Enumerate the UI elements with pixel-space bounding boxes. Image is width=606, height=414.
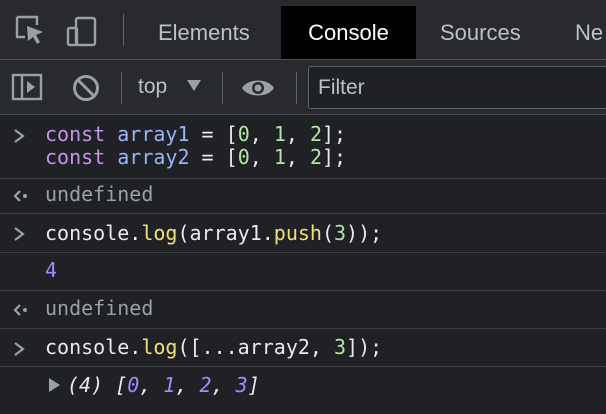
inspect-element-icon[interactable]	[14, 14, 46, 51]
console-input-entry: console.log([...array2, 3]);	[0, 329, 606, 367]
toolbar-divider	[296, 72, 297, 104]
devtools-tab-bar: Elements Console Sources Ne	[0, 0, 606, 60]
code-line: console.log(array1.push(3));	[45, 221, 383, 245]
console-result-entry: undefined	[0, 291, 606, 329]
filter-input[interactable]	[308, 66, 606, 109]
tab-bar-divider	[123, 14, 124, 46]
console-result-entry: undefined	[0, 179, 606, 214]
array-preview[interactable]: (4) [0, 1, 2, 3]	[67, 374, 260, 397]
toolbar-divider	[222, 72, 223, 104]
result-value: undefined	[45, 296, 154, 320]
chevron-down-icon[interactable]	[187, 80, 201, 91]
result-arrow-icon	[12, 188, 30, 209]
tab-console[interactable]: Console	[281, 6, 416, 59]
log-value: 4	[45, 258, 58, 282]
console-input-entry: console.log(array1.push(3));	[0, 214, 606, 253]
tab-elements[interactable]: Elements	[158, 6, 268, 59]
console-toolbar: top	[0, 60, 606, 115]
input-prompt-icon	[12, 341, 26, 362]
toolbar-divider	[121, 72, 122, 104]
tab-sources[interactable]: Sources	[440, 6, 540, 59]
console-input-entry: const array1 = [0, 1, 2]; const array2 =…	[0, 115, 606, 179]
context-selector[interactable]: top	[138, 72, 167, 102]
result-arrow-icon	[12, 302, 30, 323]
console-log-entry: 4	[0, 253, 606, 291]
code-line: console.log([...array2, 3]);	[45, 335, 383, 359]
tab-network[interactable]: Ne	[575, 6, 606, 59]
eye-icon[interactable]	[240, 75, 276, 106]
input-prompt-icon	[12, 128, 26, 149]
device-toolbar-icon[interactable]	[66, 16, 98, 53]
console-log-entry[interactable]: (4) [0, 1, 2, 3]	[0, 367, 606, 407]
result-value: undefined	[45, 182, 154, 206]
clear-console-icon[interactable]	[71, 73, 101, 108]
input-prompt-icon	[12, 226, 26, 247]
expand-triangle-icon[interactable]	[49, 378, 60, 392]
code-line: const array1 = [0, 1, 2];	[45, 122, 347, 146]
show-sidebar-icon[interactable]	[11, 72, 43, 107]
code-line: const array2 = [0, 1, 2];	[45, 145, 347, 169]
